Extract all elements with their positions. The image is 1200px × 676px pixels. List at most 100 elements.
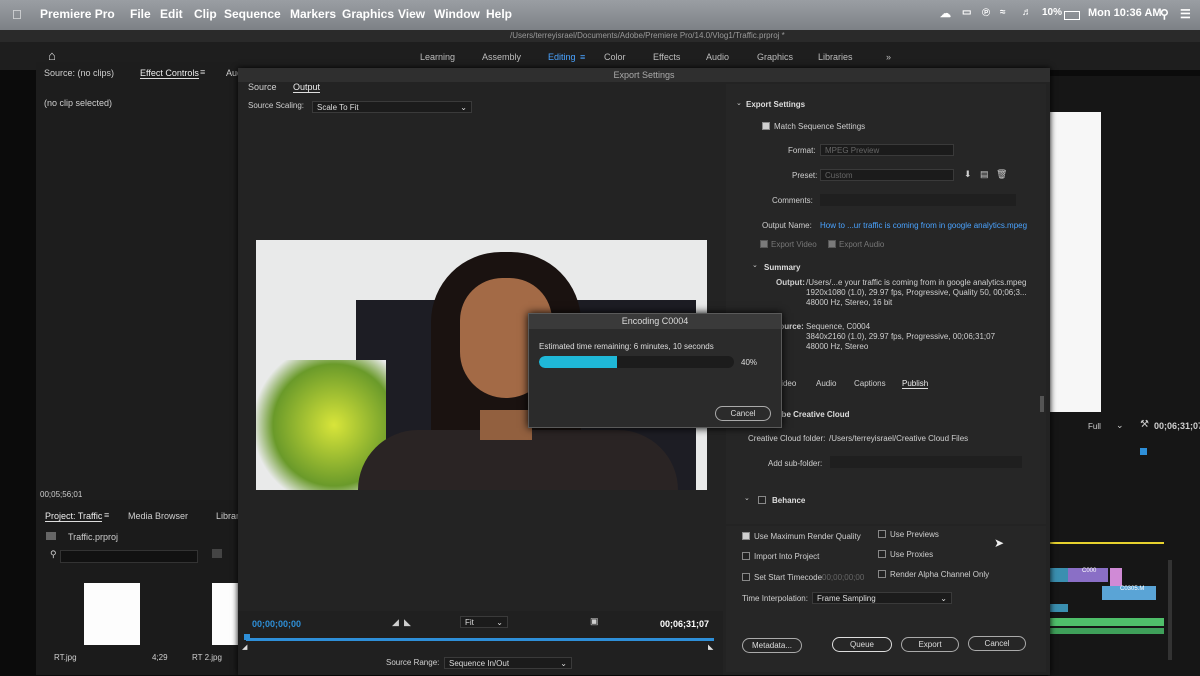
timeline-clip[interactable] (1110, 568, 1122, 588)
match-sequence-checkbox[interactable] (762, 122, 770, 130)
menu-clip[interactable]: Clip (194, 7, 217, 21)
timeline-clip-c000[interactable]: C000 (1068, 568, 1108, 582)
menu-sequence[interactable]: Sequence (224, 7, 281, 21)
menu-window[interactable]: Window (434, 7, 480, 21)
render-alpha-checkbox[interactable] (878, 570, 886, 578)
creative-cloud-icon[interactable]: ☁ (940, 7, 951, 20)
set-start-timecode-checkbox[interactable] (742, 573, 750, 581)
workspace-overflow[interactable]: » (886, 52, 891, 62)
import-preset-icon[interactable]: ▤ (980, 169, 989, 180)
tab-source[interactable]: Source (248, 82, 277, 92)
chevron-down-icon[interactable]: ⌄ (752, 261, 758, 269)
volume-icon[interactable]: ♬ (1022, 7, 1032, 18)
menu-edit[interactable]: Edit (160, 7, 183, 21)
preset-select[interactable]: Custom (820, 169, 954, 181)
menu-markers[interactable]: Markers (290, 7, 336, 21)
menu-file[interactable]: File (130, 7, 151, 21)
cc-folder-value[interactable]: /Users/terreyisrael/Creative Cloud Files (829, 434, 968, 443)
timeline-clip[interactable] (1048, 604, 1068, 612)
workspace-libraries[interactable]: Libraries (818, 52, 853, 62)
save-preset-icon[interactable]: ⬇ (964, 169, 972, 180)
output-name-link[interactable]: How to ...ur traffic is coming from in g… (820, 221, 1027, 230)
use-proxies-checkbox[interactable] (878, 550, 886, 558)
work-area-bar[interactable] (1048, 542, 1164, 544)
in-point-handle[interactable]: ◢ (242, 643, 247, 651)
bluetooth-icon[interactable]: ℗ (982, 7, 990, 19)
mark-out-icon[interactable]: ◣ (404, 617, 411, 628)
workspace-graphics[interactable]: Graphics (757, 52, 793, 62)
audio-track-clip[interactable] (1048, 618, 1164, 626)
apple-icon[interactable]:  (12, 7, 22, 22)
metadata-button[interactable]: Metadata... (742, 638, 802, 653)
timecode-in[interactable]: 00;00;00;00 (252, 619, 301, 629)
chevron-down-icon[interactable]: ⌄ (1116, 420, 1124, 431)
new-bin-icon[interactable] (212, 549, 222, 558)
workspace-menu-icon[interactable]: ≡ (580, 52, 585, 62)
summary-header[interactable]: Summary (764, 263, 800, 272)
chevron-down-icon[interactable]: ⌄ (736, 99, 742, 107)
tab-libraries[interactable]: Librar (216, 511, 239, 521)
home-icon[interactable]: ⌂ (48, 48, 56, 63)
tab-publish[interactable]: Publish (902, 379, 929, 389)
delete-preset-icon[interactable]: 🗑 (996, 169, 1007, 180)
tab-media-browser[interactable]: Media Browser (128, 511, 188, 521)
use-previews-checkbox[interactable] (878, 530, 886, 538)
thumbnail-rt[interactable] (84, 583, 140, 645)
settings-scrollbar[interactable] (1040, 396, 1044, 412)
menu-view[interactable]: View (398, 7, 425, 21)
tab-audio[interactable]: Audio (816, 379, 836, 388)
time-interpolation-select[interactable]: Frame Sampling ⌄ (812, 592, 952, 604)
audio-track-clip[interactable] (1048, 628, 1164, 634)
fit-select[interactable]: Fit ⌄ (460, 616, 508, 628)
app-menu[interactable]: Premiere Pro (40, 7, 115, 21)
export-video-checkbox[interactable] (760, 240, 768, 248)
tab-output[interactable]: Output (293, 82, 321, 93)
behance-checkbox[interactable] (758, 496, 766, 504)
airplay-icon[interactable]: ▭ (962, 7, 971, 18)
workspace-color[interactable]: Color (604, 52, 626, 62)
workspace-audio[interactable]: Audio (706, 52, 729, 62)
tab-captions[interactable]: Captions (854, 379, 886, 388)
chevron-down-icon[interactable]: ⌄ (744, 494, 750, 502)
menu-graphics[interactable]: Graphics (342, 7, 394, 21)
workspace-effects[interactable]: Effects (653, 52, 680, 62)
settings-wrench-icon[interactable]: ⚒ (1140, 419, 1149, 430)
panel-menu-icon[interactable]: ≡ (200, 67, 205, 77)
workspace-learning[interactable]: Learning (420, 52, 455, 62)
mark-in-icon[interactable]: ◢ (392, 617, 399, 628)
timeline-clip-c0305[interactable]: C0305.M (1102, 586, 1156, 600)
source-scaling-select[interactable]: Scale To Fit ⌄ (312, 101, 472, 113)
tab-project[interactable]: Project: Traffic (45, 511, 103, 522)
export-audio-checkbox[interactable] (828, 240, 836, 248)
thumbnail-rt-2[interactable] (212, 583, 240, 645)
source-range-select[interactable]: Sequence In/Out ⌄ (444, 657, 572, 669)
max-render-quality-checkbox[interactable] (742, 532, 750, 540)
import-into-project-checkbox[interactable] (742, 552, 750, 560)
tab-source[interactable]: Source: (no clips) (44, 68, 114, 78)
project-search-input[interactable] (60, 550, 198, 563)
crop-icon[interactable]: ▣ (590, 616, 599, 627)
timeline-scrollbar[interactable] (1168, 560, 1172, 660)
clock[interactable]: Mon 10:36 AM (1088, 7, 1162, 19)
timeline-track[interactable] (246, 638, 714, 641)
sub-folder-input[interactable] (830, 456, 1022, 468)
comments-input[interactable] (820, 194, 1016, 206)
tab-effect-controls[interactable]: Effect Controls (140, 68, 199, 79)
menu-list-icon[interactable]: ☰ (1180, 7, 1191, 21)
cancel-button[interactable]: Cancel (968, 636, 1026, 651)
battery-icon[interactable] (1064, 11, 1080, 20)
zoom-select[interactable]: Full (1088, 422, 1101, 431)
menu-help[interactable]: Help (486, 7, 512, 21)
queue-button[interactable]: Queue (832, 637, 892, 652)
export-button[interactable]: Export (901, 637, 959, 652)
export-settings-header[interactable]: Export Settings (746, 100, 805, 109)
search-icon[interactable]: ⚲ (50, 549, 57, 560)
start-timecode-value[interactable]: 00;00;00;00 (822, 573, 864, 582)
search-icon[interactable]: ⚲ (1160, 7, 1169, 21)
wifi-icon[interactable]: ≈ (1000, 7, 1006, 18)
workspace-editing[interactable]: Editing (548, 52, 576, 62)
encoding-cancel-button[interactable]: Cancel (715, 406, 771, 421)
timeline-clip[interactable] (1048, 568, 1068, 582)
playhead-marker[interactable] (1140, 448, 1147, 455)
format-select[interactable]: MPEG Preview (820, 144, 954, 156)
